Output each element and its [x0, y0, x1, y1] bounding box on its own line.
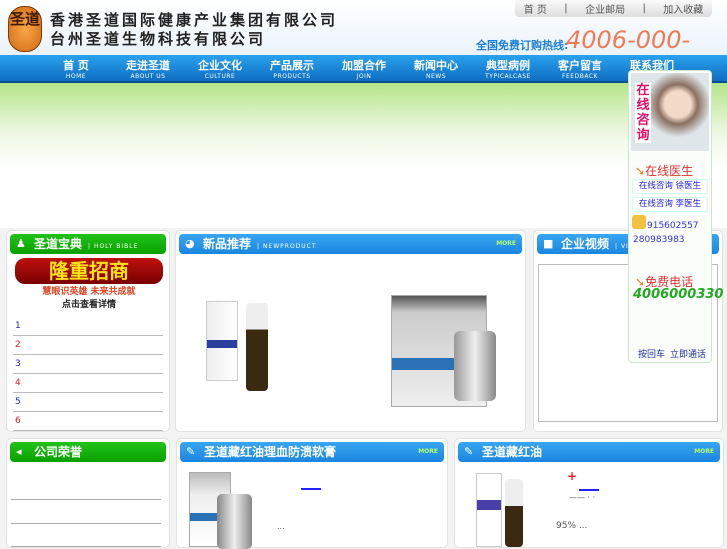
- list-item[interactable]: 4: [13, 374, 163, 393]
- product-link[interactable]: [301, 488, 321, 490]
- bible-panel: ♟ 圣道宝典 | HOLY BIBLE 隆重招商 慧眼识英雄 未来共成就 点击查看详…: [6, 230, 170, 432]
- oil-bottle-image[interactable]: [505, 479, 523, 547]
- oil-box-image[interactable]: [476, 473, 502, 547]
- consult-doctor-li[interactable]: 在线咨询 李医生: [632, 197, 708, 212]
- company-name-2: 台州圣道生物科技有限公司: [50, 30, 267, 48]
- nav-products[interactable]: 产品展示 PRODUCTS: [256, 55, 328, 81]
- speaker-icon: ◂: [16, 445, 22, 458]
- more-link[interactable]: MORE: [694, 442, 714, 462]
- product-desc: ...: [277, 522, 285, 531]
- banner-area: [0, 83, 727, 228]
- edit-icon: ✎: [186, 445, 196, 458]
- nav-news[interactable]: 新闻中心 NEWS: [400, 55, 472, 81]
- list-item[interactable]: 3: [13, 355, 163, 374]
- honor-panel: ◂ 公司荣誉: [6, 438, 170, 548]
- divider: [11, 523, 161, 524]
- product-link[interactable]: [579, 489, 599, 491]
- call-now-button[interactable]: 立即通话: [670, 347, 706, 360]
- doctor-heading: ➘在线医生: [635, 164, 694, 178]
- nav-home[interactable]: 首 页 HOME: [40, 55, 112, 81]
- product-jar-image[interactable]: [454, 331, 496, 401]
- more-link[interactable]: MORE: [418, 442, 438, 462]
- list-item[interactable]: 1: [13, 317, 163, 336]
- nav-join[interactable]: 加盟合作 JOIN: [328, 55, 400, 81]
- top-links: 首 页 | 企业邮局 | 加入收藏: [515, 0, 712, 17]
- qq-number-2[interactable]: 280983983: [633, 235, 685, 245]
- product-box-image[interactable]: [206, 301, 238, 381]
- callback-input[interactable]: 按回车: [638, 347, 665, 360]
- free-phone-number: 4006000330: [633, 287, 724, 302]
- ointment-jar-image[interactable]: [217, 494, 252, 549]
- nav-about[interactable]: 走进圣道 ABOUT US: [112, 55, 184, 81]
- divider: [11, 499, 161, 500]
- favorite-link[interactable]: 加入收藏: [663, 1, 703, 16]
- product-percent: 95% ...: [556, 521, 588, 531]
- plus-icon: +: [567, 469, 578, 483]
- main-nav: 首 页 HOME 走进圣道 ABOUT US 企业文化 CULTURE 产品展示 PRO…: [0, 55, 727, 83]
- logo: 圣道: [8, 6, 42, 52]
- nav-cases[interactable]: 典型病例 TYPICALCASE: [472, 55, 544, 81]
- recruit-banner[interactable]: 隆重招商 慧眼识英雄 未来共成就 点击查看详情: [15, 258, 163, 314]
- list-item[interactable]: 6: [13, 412, 163, 431]
- new-product-header: ◕ 新品推荐 | NEWPRODUCT MORE: [179, 234, 522, 254]
- qq-number-1[interactable]: 915602557: [633, 219, 699, 234]
- users-icon: ♟: [16, 237, 26, 250]
- product-dash: —— · ·: [569, 493, 596, 502]
- company-name-1: 香港圣道国际健康产业集团有限公司: [50, 11, 339, 29]
- ointment-header: ✎ 圣道藏红油理血防溃软膏 MORE: [180, 442, 444, 462]
- divider: [11, 546, 161, 547]
- consult-doctor-xu[interactable]: 在线咨询 徐医生: [632, 179, 708, 194]
- edit-icon: ✎: [464, 445, 474, 458]
- email-link[interactable]: 企业邮局: [585, 1, 625, 16]
- video-camera-icon: ■: [543, 237, 554, 250]
- product-bottle-image[interactable]: [246, 303, 268, 391]
- bible-header: ♟ 圣道宝典 | HOLY BIBLE: [10, 234, 166, 254]
- nav-feedback[interactable]: 客户留言 FEEDBACK: [544, 55, 616, 81]
- list-item[interactable]: 5: [13, 393, 163, 412]
- nav-culture[interactable]: 企业文化 CULTURE: [184, 55, 256, 81]
- ointment-panel: ✎ 圣道藏红油理血防溃软膏 MORE ...: [176, 438, 448, 549]
- online-consult-widget: 在线咨询 ➘在线医生 在线咨询 徐医生 在线咨询 李医生 915602557 2…: [628, 70, 723, 363]
- consult-banner: 在线咨询: [635, 83, 651, 143]
- home-link[interactable]: 首 页: [524, 1, 547, 16]
- more-link[interactable]: MORE: [496, 234, 516, 254]
- new-product-panel: ◕ 新品推荐 | NEWPRODUCT MORE: [175, 230, 526, 432]
- globe-icon: ◕: [185, 237, 195, 250]
- oil-header: ✎ 圣道藏红油 MORE: [458, 442, 720, 462]
- oil-panel: ✎ 圣道藏红油 MORE + —— · · 95% ...: [454, 438, 724, 548]
- arrow-icon: ➘: [635, 164, 646, 178]
- list-item[interactable]: 2: [13, 336, 163, 355]
- honor-header: ◂ 公司荣誉: [10, 442, 166, 462]
- hotline-label: 全国免费订购热线:: [476, 39, 569, 52]
